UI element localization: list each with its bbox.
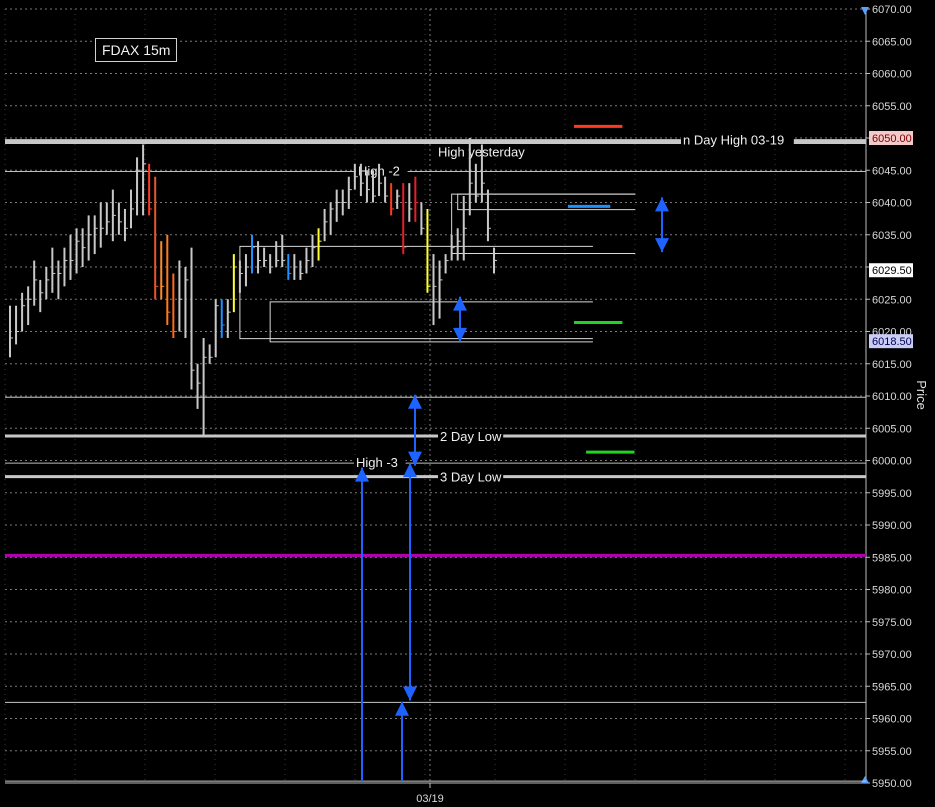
scale-bottom-icon	[861, 776, 869, 783]
y-tick-label: 6065.00	[872, 36, 912, 48]
measure-arrow-head	[655, 197, 669, 212]
y-tick-label: 6025.00	[872, 294, 912, 306]
y-tick-label: 5975.00	[872, 617, 912, 629]
level-label: 2 Day Low	[440, 429, 502, 444]
range-box	[239, 245, 593, 340]
chart-title: FDAX 15m	[95, 38, 178, 62]
price-marker-label: 6018.50	[872, 336, 912, 348]
y-tick-label: 5950.00	[872, 778, 912, 790]
y-tick-label: 6000.00	[872, 456, 912, 468]
level-label: n Day High 03-19	[683, 133, 784, 148]
y-tick-label: 6040.00	[872, 198, 912, 210]
price-marker-label: 6029.50	[872, 265, 912, 277]
measure-arrow-head	[453, 327, 467, 342]
measure-arrow-head	[655, 238, 669, 253]
chart-root: 6070.00 6065.00 6060.00 6055.00 6050.00 6045.…	[0, 0, 935, 807]
range-box	[269, 301, 593, 343]
scale-top-icon	[861, 7, 869, 15]
y-tick-label: 5965.00	[872, 681, 912, 693]
y-tick-label: 5990.00	[872, 520, 912, 532]
y-tick-label: 6055.00	[872, 101, 912, 113]
y-axis-label: Price	[914, 380, 929, 410]
y-tick-label: 6035.00	[872, 230, 912, 242]
range-box	[451, 193, 636, 254]
level-label: 3 Day Low	[440, 470, 502, 485]
y-tick-label: 5980.00	[872, 585, 912, 597]
measure-arrow-head	[403, 686, 417, 701]
y-tick-label: 5970.00	[872, 649, 912, 661]
y-tick-label: 5955.00	[872, 746, 912, 758]
projection-arrow-head	[395, 701, 409, 716]
y-tick-label: 6060.00	[872, 69, 912, 81]
y-tick-label: 6015.00	[872, 359, 912, 371]
price-marker-label: 6050.00	[872, 133, 912, 145]
y-tick-label: 6005.00	[872, 423, 912, 435]
x-tick-label: 03/19	[416, 793, 444, 805]
y-tick-label: 6045.00	[872, 165, 912, 177]
y-tick-label: 5995.00	[872, 488, 912, 500]
price-chart: 6070.00 6065.00 6060.00 6055.00 6050.00 6045.…	[4, 4, 929, 805]
y-tick-label: 6070.00	[872, 4, 912, 16]
y-tick-label: 6010.00	[872, 391, 912, 403]
y-tick-label: 5985.00	[872, 552, 912, 564]
y-tick-label: 5960.00	[872, 714, 912, 726]
